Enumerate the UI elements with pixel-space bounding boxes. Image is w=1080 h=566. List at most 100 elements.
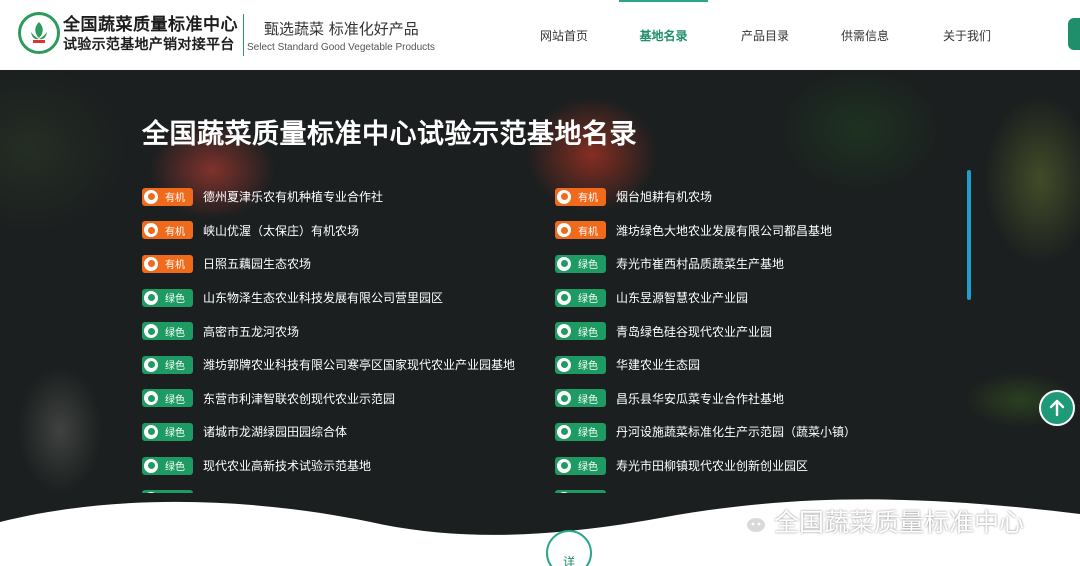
green-badge: 绿色 <box>555 422 606 441</box>
list-item[interactable]: 有机 德州夏津乐农有机种植专业合作社 <box>142 180 542 214</box>
green-badge: 绿色 <box>142 322 193 341</box>
nav-product-catalog[interactable]: 产品目录 <box>720 0 810 70</box>
list-item[interactable]: 绿色 东营市利津智联农创现代农业示范园 <box>142 382 542 416</box>
list-item[interactable]: 有机 潍坊绿色大地农业发展有限公司都昌基地 <box>555 214 955 248</box>
base-name[interactable]: 山东昱源智慧农业产业园 <box>616 289 748 306</box>
nav-home[interactable]: 网站首页 <box>520 0 608 70</box>
base-name[interactable]: 高密市五龙河农场 <box>203 323 299 340</box>
main-nav: 网站首页 基地名录 产品目录 供需信息 关于我们 <box>520 0 1012 70</box>
organic-cert-icon <box>555 187 573 206</box>
organic-badge: 有机 <box>555 187 606 206</box>
detail-button-label: 详 <box>562 555 575 566</box>
base-name[interactable]: 德州夏津乐农有机种植专业合作社 <box>203 188 383 205</box>
list-item[interactable]: 绿色 潍坊郭牌农业科技有限公司寒亭区国家现代农业产业园基地 <box>142 348 542 382</box>
badge-label: 绿色 <box>165 327 185 339</box>
base-name[interactable]: 寿光市田柳镇现代农业创新创业园区 <box>616 457 808 474</box>
organic-badge: 有机 <box>142 221 193 240</box>
base-name[interactable]: 潍坊绿色大地农业发展有限公司都昌基地 <box>616 222 832 239</box>
nav-base-directory[interactable]: 基地名录 <box>619 0 708 70</box>
list-item[interactable]: 绿色 华建农业生态园 <box>555 348 955 382</box>
base-name[interactable]: 华建农业生态园 <box>616 356 700 373</box>
badge-label: 绿色 <box>578 361 598 373</box>
green-badge: 绿色 <box>555 288 606 307</box>
base-name[interactable]: 潍坊郭牌农业科技有限公司寒亭区国家现代农业产业园基地 <box>203 356 515 373</box>
nav-base-directory-label: 基地名录 <box>639 28 688 43</box>
organic-badge: 有机 <box>142 187 193 206</box>
base-name[interactable]: 青岛绿色硅谷现代农业产业园 <box>616 323 772 340</box>
green-cert-icon <box>555 355 573 374</box>
green-cert-icon <box>555 422 573 441</box>
list-item[interactable]: 绿色 山东昱源智慧农业产业园 <box>555 281 955 315</box>
badge-label: 绿色 <box>578 294 598 306</box>
list-item[interactable]: 绿色 昌乐县华安瓜菜专业合作社基地 <box>555 382 955 416</box>
organic-cert-icon <box>142 187 160 206</box>
green-cert-icon <box>555 322 573 341</box>
green-cert-icon <box>142 355 160 374</box>
green-cert-icon <box>555 254 573 273</box>
badge-label: 绿色 <box>165 361 185 373</box>
slogan-en: Select Standard Good Vegetable Products <box>247 42 435 53</box>
base-list-left: 有机 德州夏津乐农有机种植专业合作社 有机 峡山优渥（太保庄）有机农场 有机 日照五藕园生… <box>142 180 542 493</box>
badge-label: 绿色 <box>578 260 598 272</box>
green-cert-icon <box>142 288 160 307</box>
base-name[interactable]: 东营市利津智联农创现代农业示范园 <box>203 390 395 407</box>
list-item[interactable]: 绿色 丹河设施蔬菜标准化生产示范园（蔬菜小镇） <box>555 415 955 449</box>
base-name[interactable]: 峡山优渥（太保庄）有机农场 <box>203 222 359 239</box>
badge-label: 绿色 <box>165 428 185 440</box>
green-cert-icon <box>142 422 160 441</box>
list-item[interactable]: 有机 峡山优渥（太保庄）有机农场 <box>142 214 542 248</box>
nav-home-label: 网站首页 <box>539 28 588 43</box>
brand-name[interactable]: 全国蔬菜质量标准中心 试验示范基地产销对接平台 <box>63 14 243 54</box>
green-badge: 绿色 <box>142 288 193 307</box>
base-name[interactable]: 烟台旭耕有机农场 <box>616 188 712 205</box>
green-cert-icon <box>142 322 160 341</box>
watermark-text: 全国蔬菜质量标准中心 <box>774 509 1025 537</box>
badge-label: 有机 <box>578 193 598 205</box>
green-cert-icon <box>142 389 160 408</box>
green-badge: 绿色 <box>555 389 606 408</box>
badge-label: 有机 <box>165 193 185 205</box>
list-item[interactable]: 绿色 寿光市崔西村品质蔬菜生产基地 <box>555 247 955 281</box>
wechat-icon <box>733 507 767 534</box>
list-item[interactable]: 有机 日照五藕园生态农场 <box>142 247 542 281</box>
wechat-watermark: 全国蔬菜质量标准中心 <box>732 503 1024 539</box>
base-name[interactable]: 寿光市崔西村品质蔬菜生产基地 <box>616 255 784 272</box>
nav-product-catalog-label: 产品目录 <box>740 28 789 43</box>
vegetable-center-logo-icon[interactable] <box>18 12 60 54</box>
green-badge: 绿色 <box>142 456 193 475</box>
badge-label: 绿色 <box>165 294 185 306</box>
green-badge: 绿色 <box>555 254 606 273</box>
green-badge: 绿色 <box>555 355 606 374</box>
badge-label: 绿色 <box>578 327 598 339</box>
base-name[interactable]: 现代农业高新技术试验示范基地 <box>203 457 371 474</box>
base-name[interactable]: 山东物泽生态农业科技发展有限公司营里园区 <box>203 289 443 306</box>
side-tab-edge[interactable] <box>1068 18 1080 50</box>
list-item[interactable]: 有机 烟台旭耕有机农场 <box>555 180 955 214</box>
badge-label: 有机 <box>165 226 185 238</box>
list-item[interactable]: 绿色 诸城市龙湖绿园田园综合体 <box>142 415 542 449</box>
green-badge: 绿色 <box>142 355 193 374</box>
list-item[interactable]: 绿色 现代农业高新技术试验示范基地 <box>142 449 542 483</box>
badge-label: 有机 <box>578 226 598 238</box>
base-name[interactable]: 昌乐县华安瓜菜专业合作社基地 <box>616 390 784 407</box>
list-scrollbar[interactable] <box>967 170 971 300</box>
nav-supply-demand[interactable]: 供需信息 <box>820 0 910 70</box>
site-header: 全国蔬菜质量标准中心 试验示范基地产销对接平台 甄选蔬菜 标准化好产品 Sele… <box>0 0 1080 70</box>
badge-label: 绿色 <box>165 462 185 474</box>
green-badge: 绿色 <box>555 322 606 341</box>
badge-label: 绿色 <box>578 462 598 474</box>
base-name[interactable]: 丹河设施蔬菜标准化生产示范园（蔬菜小镇） <box>616 423 856 440</box>
list-item[interactable]: 绿色 山东物泽生态农业科技发展有限公司营里园区 <box>142 281 542 315</box>
base-name[interactable]: 日照五藕园生态农场 <box>203 255 311 272</box>
list-item[interactable]: 绿色 青岛绿色硅谷现代农业产业园 <box>555 314 955 348</box>
badge-label: 绿色 <box>165 394 185 406</box>
base-name[interactable]: 诸城市龙湖绿园田园综合体 <box>203 423 347 440</box>
list-item[interactable]: 绿色 寿光市田柳镇现代农业创新创业园区 <box>555 449 955 483</box>
organic-cert-icon <box>142 221 160 240</box>
green-cert-icon <box>555 389 573 408</box>
list-item[interactable]: 绿色 高密市五龙河农场 <box>142 314 542 348</box>
back-to-top-button[interactable] <box>1039 390 1075 426</box>
nav-about-us[interactable]: 关于我们 <box>922 0 1012 70</box>
organic-badge: 有机 <box>142 254 193 273</box>
slogan: 甄选蔬菜 标准化好产品 <box>264 20 419 38</box>
